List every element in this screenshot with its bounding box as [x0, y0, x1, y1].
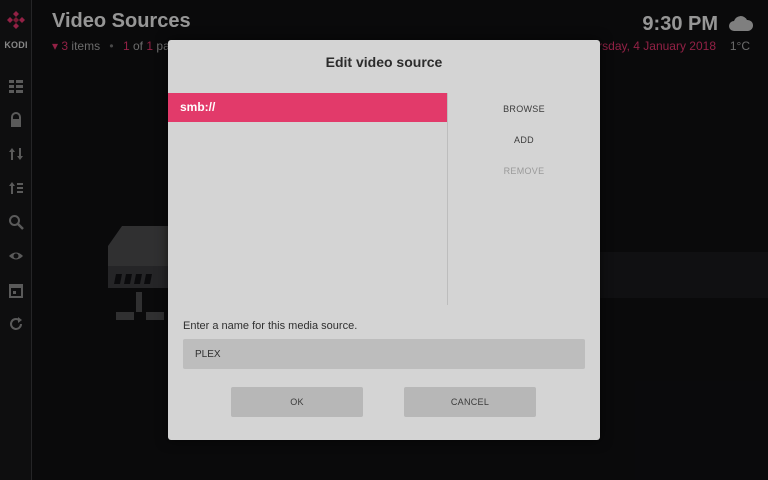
- cancel-button[interactable]: CANCEL: [404, 387, 536, 417]
- source-path-item[interactable]: smb://: [168, 93, 447, 122]
- browse-button[interactable]: BROWSE: [458, 98, 590, 120]
- source-path-list: smb://: [168, 93, 447, 305]
- source-name-input[interactable]: [183, 339, 585, 369]
- source-name-label: Enter a name for this media source.: [183, 320, 358, 332]
- vertical-divider: [447, 93, 448, 305]
- ok-button[interactable]: OK: [231, 387, 363, 417]
- add-button[interactable]: ADD: [458, 129, 590, 151]
- edit-video-source-dialog: Edit video source smb:// BROWSE ADD REMO…: [168, 40, 600, 440]
- dialog-title: Edit video source: [325, 54, 443, 70]
- remove-button[interactable]: REMOVE: [458, 160, 590, 182]
